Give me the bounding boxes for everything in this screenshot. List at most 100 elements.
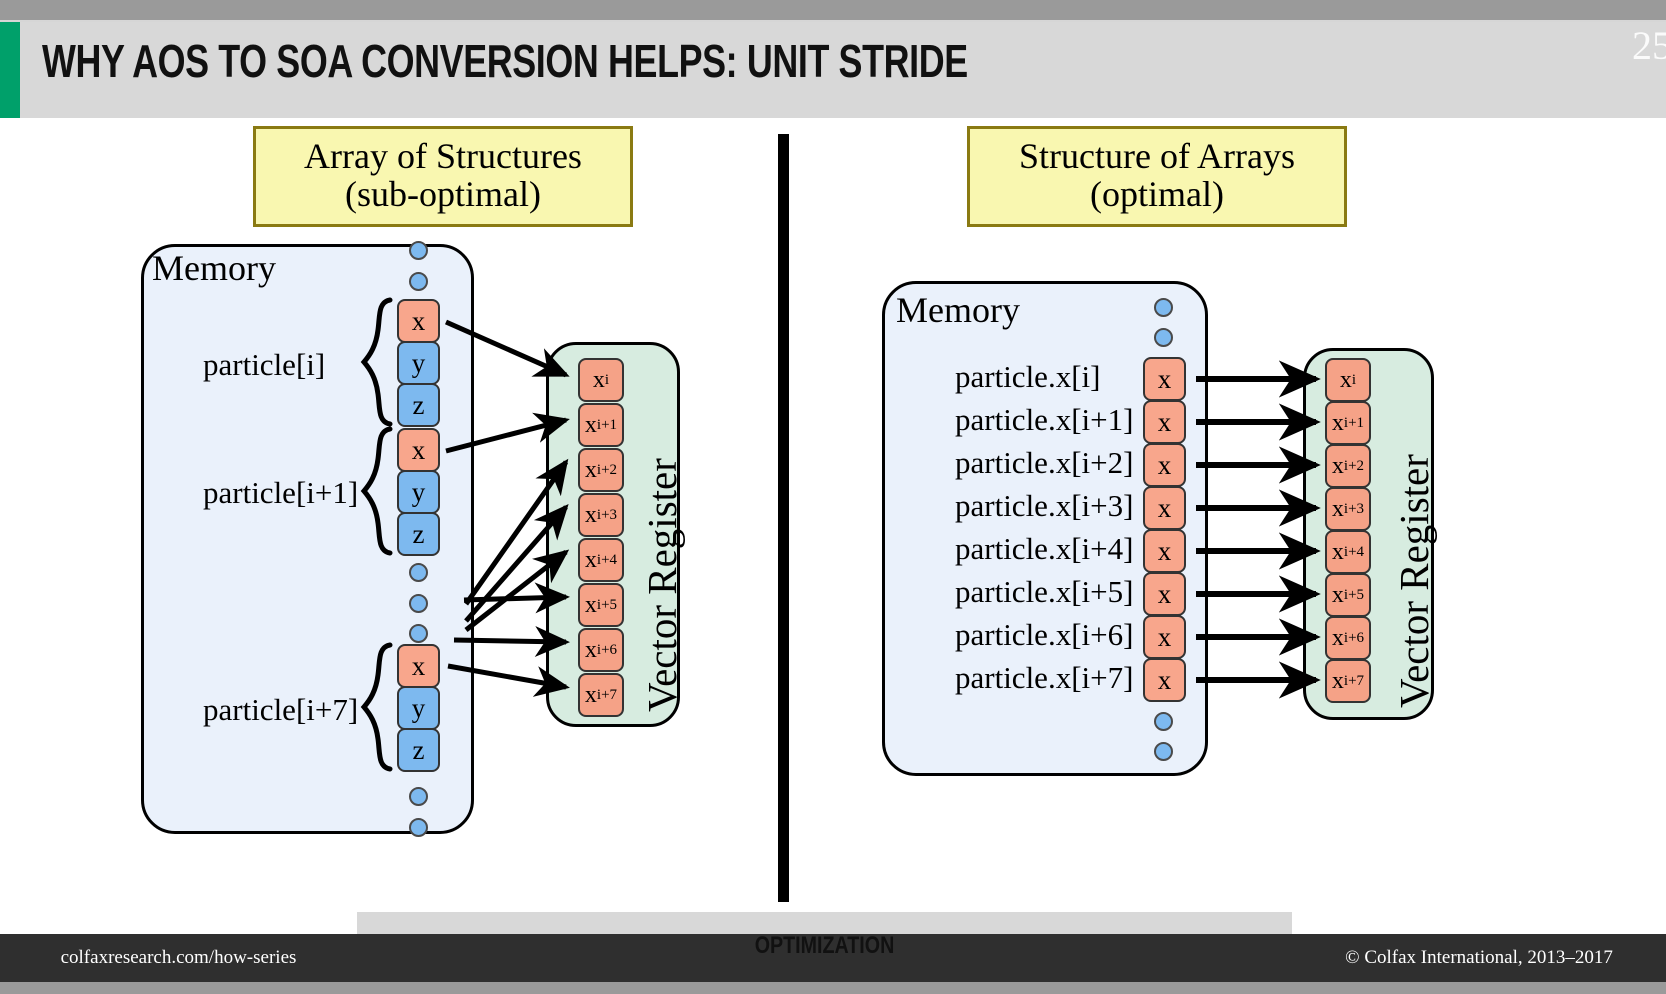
caption-soa-line1: Structure of Arrays <box>1019 136 1295 176</box>
aos-reg-cell: x i+1 <box>578 403 624 447</box>
aos-mem-dot <box>409 818 428 837</box>
soa-reg-cell: x i+5 <box>1325 573 1371 617</box>
caption-aos-line1: Array of Structures <box>304 136 582 176</box>
aos-reg-cell-base: x <box>584 636 597 663</box>
caption-soa-line2: (optimal) <box>1090 174 1224 215</box>
aos-reg-cell-sub: i+7 <box>596 686 618 703</box>
aos-mem-dot <box>409 594 428 613</box>
soa-reg-cell: x i+1 <box>1325 401 1371 445</box>
page-title: WHY AOS TO SOA CONVERSION HELPS: UNIT ST… <box>42 35 968 87</box>
aos-memory-label: Memory <box>152 248 276 288</box>
soa-reg-cell-base: x <box>1331 538 1344 565</box>
aos-reg-cell-sub: i <box>604 371 610 388</box>
soa-reg-cell-base: x <box>1331 495 1344 522</box>
soa-reg-cell-sub: i+6 <box>1343 629 1365 646</box>
soa-row-label: particle.x[i] <box>955 359 1101 394</box>
aos-mem-dot <box>409 272 428 291</box>
footer-copyright: © Colfax International, 2013–2017 <box>1345 947 1613 968</box>
aos-cell-z: z <box>397 383 440 427</box>
soa-memory-label: Memory <box>896 290 1020 330</box>
footer-url[interactable]: colfaxresearch.com/how-series <box>0 934 357 982</box>
aos-reg-cell: x i+5 <box>578 583 624 627</box>
caption-array-of-structures: Array of Structures (sub-optimal) <box>253 126 633 227</box>
soa-reg-cell: x i+2 <box>1325 444 1371 488</box>
accent-bar <box>0 22 20 118</box>
soa-reg-cell-sub: i+7 <box>1343 672 1365 689</box>
aos-reg-cell-sub: i+2 <box>596 461 618 478</box>
aos-cell-x: x <box>397 428 440 472</box>
soa-reg-cell: x i+3 <box>1325 487 1371 531</box>
soa-row-label: particle.x[i+5] <box>955 574 1134 609</box>
aos-cell-z: z <box>397 728 440 772</box>
aos-reg-cell-base: x <box>584 591 597 618</box>
soa-reg-cell-sub: i+5 <box>1343 586 1365 603</box>
soa-row-label: particle.x[i+7] <box>955 660 1134 695</box>
aos-cell-x: x <box>397 299 440 343</box>
aos-mem-dot <box>409 624 428 643</box>
soa-row-label: particle.x[i+1] <box>955 402 1134 437</box>
soa-reg-cell-sub: i+1 <box>1343 414 1365 431</box>
center-divider <box>778 134 789 902</box>
aos-cell-y: y <box>397 470 440 514</box>
footer-section-label: OPTIMIZATION <box>754 932 895 959</box>
aos-reg-cell-sub: i+4 <box>596 551 618 568</box>
soa-reg-cell-sub: i <box>1351 371 1357 388</box>
soa-reg-cell: x i+4 <box>1325 530 1371 574</box>
aos-mem-dot <box>409 241 428 260</box>
soa-reg-cell-sub: i+3 <box>1343 500 1365 517</box>
soa-mem-cell: x <box>1143 486 1186 530</box>
caption-aos-line2: (sub-optimal) <box>345 174 541 215</box>
soa-mem-cell: x <box>1143 357 1186 401</box>
aos-cell-y: y <box>397 686 440 730</box>
soa-mem-cell: x <box>1143 400 1186 444</box>
aos-reg-cell-sub: i+6 <box>596 641 618 658</box>
soa-mem-cell: x <box>1143 529 1186 573</box>
page-number: 25 <box>1632 23 1666 68</box>
aos-reg-cell-base: x <box>584 501 597 528</box>
soa-mem-cell: x <box>1143 443 1186 487</box>
soa-mem-cell: x <box>1143 658 1186 702</box>
soa-reg-cell-base: x <box>1331 581 1344 608</box>
caption-structure-of-arrays: Structure of Arrays (optimal) <box>967 126 1347 227</box>
aos-reg-cell: x i+6 <box>578 628 624 672</box>
aos-mem-dot <box>409 563 428 582</box>
soa-mem-dot <box>1154 328 1173 347</box>
soa-register-label: Vector Register <box>1391 454 1437 708</box>
soa-reg-cell-base: x <box>1331 624 1344 651</box>
soa-unit-stride-arrow <box>1196 360 1321 699</box>
aos-reg-cell-base: x <box>592 366 605 393</box>
soa-reg-cell: x i+6 <box>1325 616 1371 660</box>
soa-row-label: particle.x[i+3] <box>955 488 1134 523</box>
bottom-strip <box>0 982 1666 994</box>
soa-reg-cell-base: x <box>1339 366 1352 393</box>
aos-reg-cell-base: x <box>584 411 597 438</box>
slide-root: WHY AOS TO SOA CONVERSION HELPS: UNIT ST… <box>0 0 1666 994</box>
soa-row-label: particle.x[i+2] <box>955 445 1134 480</box>
soa-reg-cell-base: x <box>1331 452 1344 479</box>
aos-group-label: particle[i+7] <box>203 692 359 727</box>
aos-reg-cell-base: x <box>584 546 597 573</box>
aos-cell-z: z <box>397 512 440 556</box>
soa-reg-cell: xi <box>1325 358 1371 402</box>
soa-reg-cell-base: x <box>1331 409 1344 436</box>
aos-reg-cell: x i+2 <box>578 448 624 492</box>
aos-cell-x: x <box>397 644 440 688</box>
aos-mem-dot <box>409 787 428 806</box>
soa-mem-cell: x <box>1143 615 1186 659</box>
top-strip <box>0 0 1666 20</box>
soa-mem-dot <box>1154 298 1173 317</box>
aos-reg-cell-base: x <box>584 681 597 708</box>
soa-mem-dot <box>1154 712 1173 731</box>
aos-reg-cell-sub: i+1 <box>596 416 618 433</box>
soa-row-label: particle.x[i+4] <box>955 531 1134 566</box>
aos-group-label: particle[i+1] <box>203 475 359 510</box>
aos-reg-cell-sub: i+5 <box>596 596 618 613</box>
soa-reg-cell-sub: i+2 <box>1343 457 1365 474</box>
soa-row-label: particle.x[i+6] <box>955 617 1134 652</box>
soa-mem-cell: x <box>1143 572 1186 616</box>
soa-mem-dot <box>1154 742 1173 761</box>
aos-reg-cell-base: x <box>584 456 597 483</box>
aos-reg-cell: x i+4 <box>578 538 624 582</box>
soa-reg-cell: x i+7 <box>1325 659 1371 703</box>
aos-reg-cell-sub: i+3 <box>596 506 618 523</box>
